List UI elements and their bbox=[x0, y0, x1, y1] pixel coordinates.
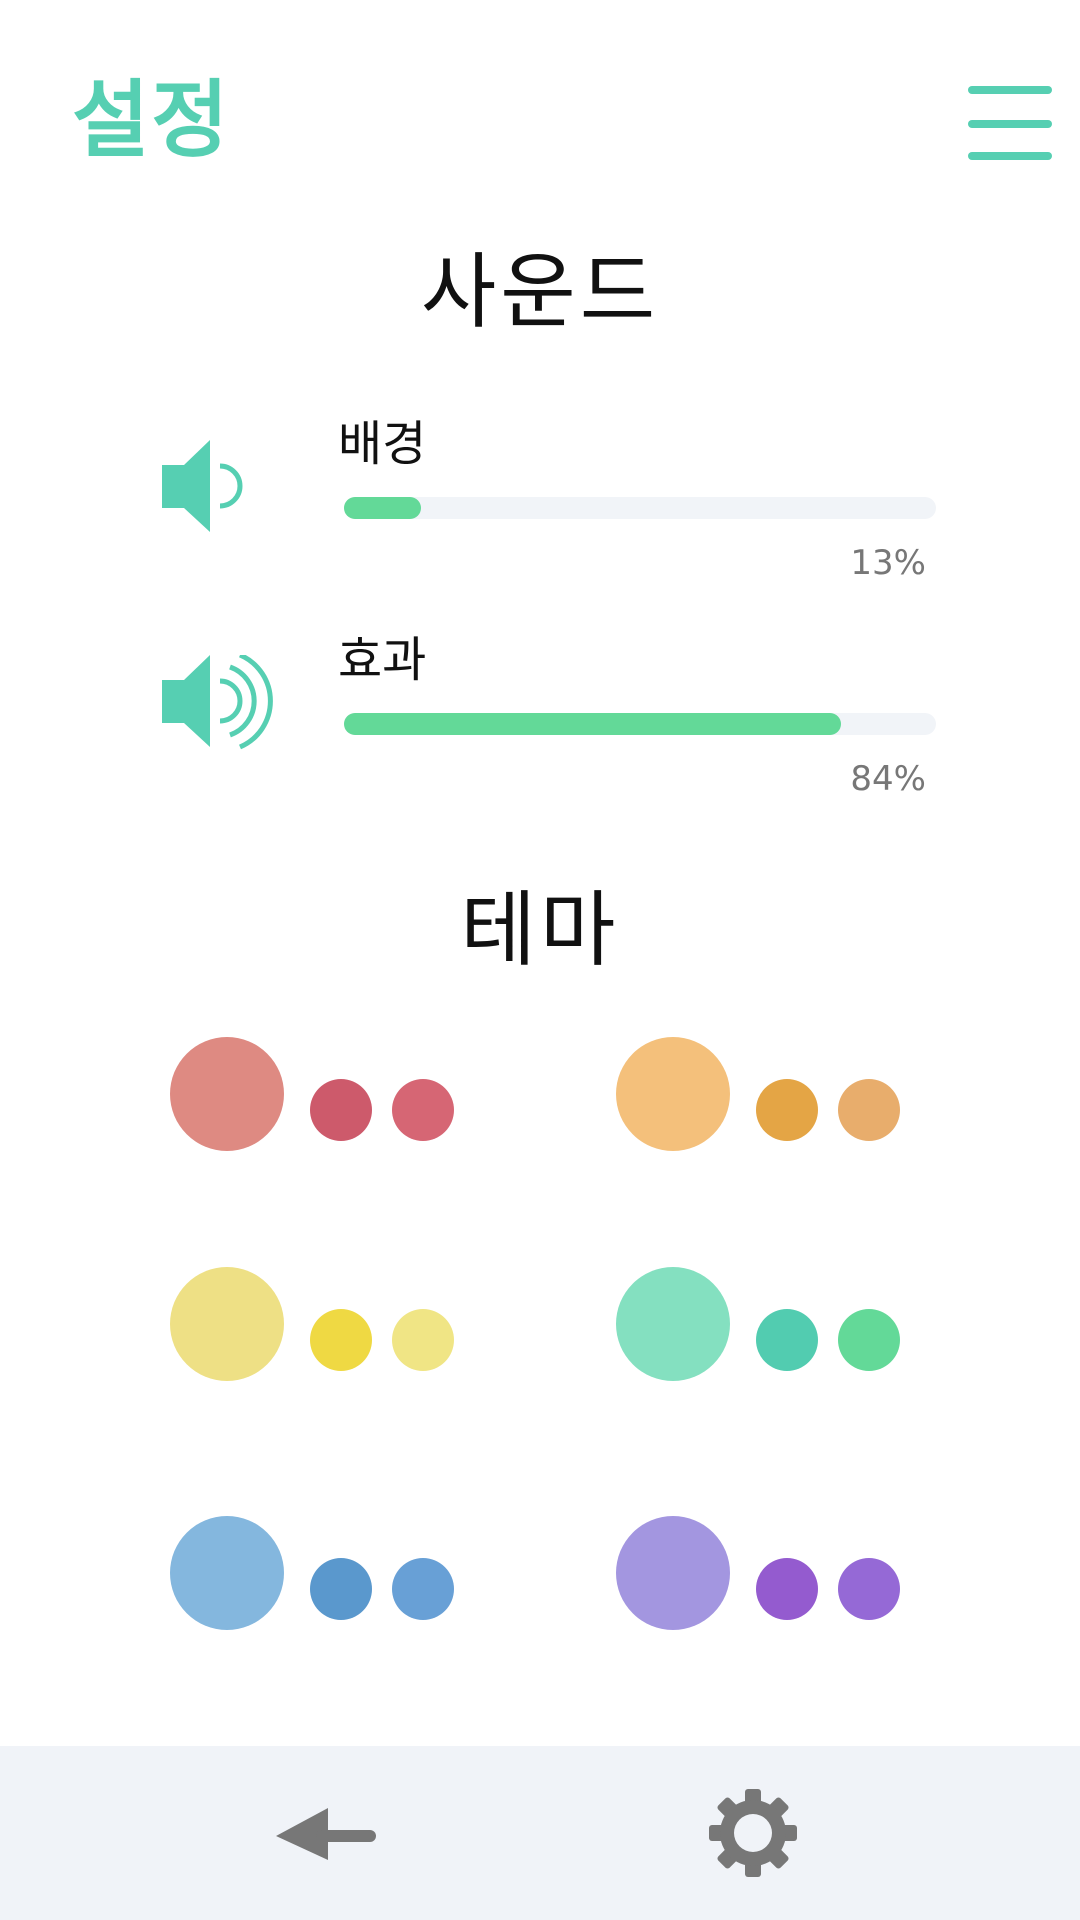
settings-button[interactable] bbox=[708, 1788, 798, 1878]
theme-color-swatch bbox=[170, 1037, 284, 1151]
theme-option-red[interactable] bbox=[170, 1037, 470, 1151]
speaker-low-volume-icon bbox=[158, 440, 288, 540]
theme-option-blue[interactable] bbox=[170, 1516, 470, 1630]
background-volume-value: 13% bbox=[850, 543, 926, 583]
gear-icon bbox=[709, 1789, 797, 1877]
menu-button[interactable] bbox=[968, 86, 1054, 162]
theme-color-swatch bbox=[756, 1558, 818, 1620]
back-arrow-icon bbox=[276, 1808, 376, 1860]
theme-color-swatch bbox=[838, 1079, 900, 1141]
theme-color-swatch bbox=[838, 1558, 900, 1620]
theme-color-swatch bbox=[616, 1267, 730, 1381]
back-button[interactable] bbox=[272, 1800, 382, 1870]
theme-color-swatch bbox=[616, 1037, 730, 1151]
sound-section-title: 사운드 bbox=[420, 245, 660, 340]
background-volume-fill bbox=[344, 497, 421, 519]
theme-color-swatch bbox=[310, 1309, 372, 1371]
theme-color-swatch bbox=[756, 1079, 818, 1141]
effects-volume-label: 효과 bbox=[338, 632, 427, 688]
theme-color-swatch bbox=[170, 1516, 284, 1630]
theme-color-swatch bbox=[756, 1309, 818, 1371]
theme-color-swatch bbox=[392, 1309, 454, 1371]
effects-volume-value: 84% bbox=[850, 759, 926, 799]
background-volume-slider[interactable] bbox=[344, 497, 936, 519]
bottom-navigation-bar bbox=[0, 1746, 1080, 1920]
theme-color-swatch bbox=[838, 1309, 900, 1371]
theme-section-title: 테마 bbox=[460, 883, 620, 978]
page-title: 설정 bbox=[72, 71, 231, 169]
effects-volume-slider[interactable] bbox=[344, 713, 936, 735]
theme-color-swatch bbox=[392, 1079, 454, 1141]
theme-color-swatch bbox=[392, 1558, 454, 1620]
theme-option-green[interactable] bbox=[616, 1267, 916, 1381]
theme-option-purple[interactable] bbox=[616, 1516, 916, 1630]
theme-option-yellow[interactable] bbox=[170, 1267, 470, 1381]
theme-color-swatch bbox=[170, 1267, 284, 1381]
theme-option-orange[interactable] bbox=[616, 1037, 916, 1151]
speaker-high-volume-icon bbox=[158, 652, 288, 755]
effects-volume-fill bbox=[344, 713, 841, 735]
theme-color-swatch bbox=[616, 1516, 730, 1630]
background-volume-label: 배경 bbox=[338, 416, 427, 472]
theme-color-swatch bbox=[310, 1558, 372, 1620]
theme-color-swatch bbox=[310, 1079, 372, 1141]
